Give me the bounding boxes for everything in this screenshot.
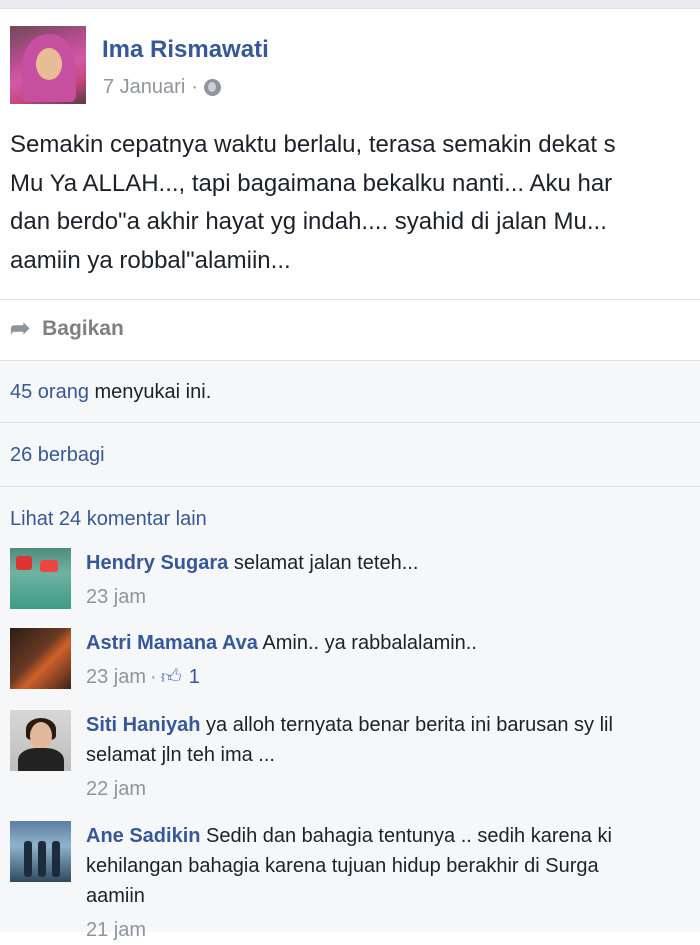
comment-body: Astri Mamana Ava Amin.. ya rabbalalamin.…: [86, 628, 700, 692]
commenter-avatar[interactable]: [10, 821, 71, 882]
commenter-name[interactable]: Siti Haniyah: [86, 714, 200, 736]
comment-body: Hendry Sugara selamat jalan teteh... 23 …: [86, 548, 700, 612]
commenter-name[interactable]: Hendry Sugara: [86, 552, 228, 574]
post-text: Semakin cepatnya waktu berlalu, terasa s…: [10, 126, 700, 280]
comment: Astri Mamana Ava Amin.. ya rabbalalamin.…: [10, 628, 700, 698]
commenter-avatar[interactable]: [10, 710, 71, 771]
post-text-line: Mu Ya ALLAH..., tapi bagaimana bekalku n…: [10, 169, 613, 197]
likes-link[interactable]: 45 orang: [10, 381, 89, 403]
comment: Hendry Sugara selamat jalan teteh... 23 …: [10, 548, 700, 618]
commenter-name[interactable]: Ane Sadikin: [86, 825, 200, 847]
comment-text: Amin.. ya rabbalalamin..: [257, 632, 477, 654]
post-text-line: aamiin ya robbal"alamiin...: [10, 246, 291, 274]
comment-text: ya alloh ternyata benar berita ini barus…: [200, 714, 613, 736]
divider: [0, 422, 700, 423]
divider: [0, 486, 700, 487]
share-arrow-icon: ➦: [10, 315, 31, 342]
comment-body: Ane Sadikin Sedih dan bahagia tentunya .…: [86, 821, 700, 945]
comment-text-line: kehilangan bahagia karena tujuan hidup b…: [86, 855, 599, 877]
commenter-avatar[interactable]: [10, 548, 71, 609]
post-text-line: Semakin cepatnya waktu berlalu, terasa s…: [10, 131, 616, 158]
comment: Siti Haniyah ya alloh ternyata benar ber…: [10, 710, 700, 810]
commenter-avatar[interactable]: [10, 628, 71, 689]
likes-summary: 45 orang menyukai ini.: [10, 381, 211, 404]
comment-time[interactable]: 23 jam: [86, 662, 146, 692]
share-label: Bagikan: [42, 317, 124, 340]
globe-icon[interactable]: [203, 79, 221, 96]
top-border: [0, 0, 700, 9]
thumbs-up-icon[interactable]: 👍︎: [161, 666, 185, 688]
comment-text: Sedih dan bahagia tentunya .. sedih kare…: [200, 825, 612, 847]
post-meta: 7 Januari ·: [103, 76, 221, 99]
post-date[interactable]: 7 Januari: [103, 76, 185, 99]
feedback-section: 45 orang menyukai ini. 26 berbagi Lihat …: [0, 360, 700, 941]
likes-text: menyukai ini.: [88, 381, 212, 403]
divider: [0, 299, 700, 300]
shares-link[interactable]: 26 berbagi: [10, 444, 105, 467]
comment-time[interactable]: 21 jam: [86, 915, 146, 945]
comment-text: selamat jalan teteh...: [228, 552, 419, 574]
post-header: Ima Rismawati 7 Januari ·: [10, 26, 700, 106]
comment-time[interactable]: 22 jam: [86, 774, 146, 804]
comment-text-line: aamiin: [86, 885, 145, 907]
meta-separator: ·: [191, 76, 198, 98]
comment-text-line: selamat jln teh ima ...: [86, 744, 275, 766]
comment-time[interactable]: 23 jam: [86, 582, 146, 612]
author-name[interactable]: Ima Rismawati: [102, 36, 269, 64]
share-button[interactable]: ➦ Bagikan: [10, 314, 124, 344]
comment: Ane Sadikin Sedih dan bahagia tentunya .…: [10, 821, 700, 941]
post-text-line: dan berdo"a akhir hayat yg indah.... sya…: [10, 208, 607, 235]
comment-body: Siti Haniyah ya alloh ternyata benar ber…: [86, 710, 700, 804]
author-avatar[interactable]: [10, 26, 86, 104]
divider: [0, 360, 700, 361]
commenter-name[interactable]: Astri Mamana Ava: [86, 632, 258, 654]
more-comments-link[interactable]: Lihat 24 komentar lain: [10, 508, 207, 531]
comment-like-count[interactable]: 1: [189, 662, 200, 692]
